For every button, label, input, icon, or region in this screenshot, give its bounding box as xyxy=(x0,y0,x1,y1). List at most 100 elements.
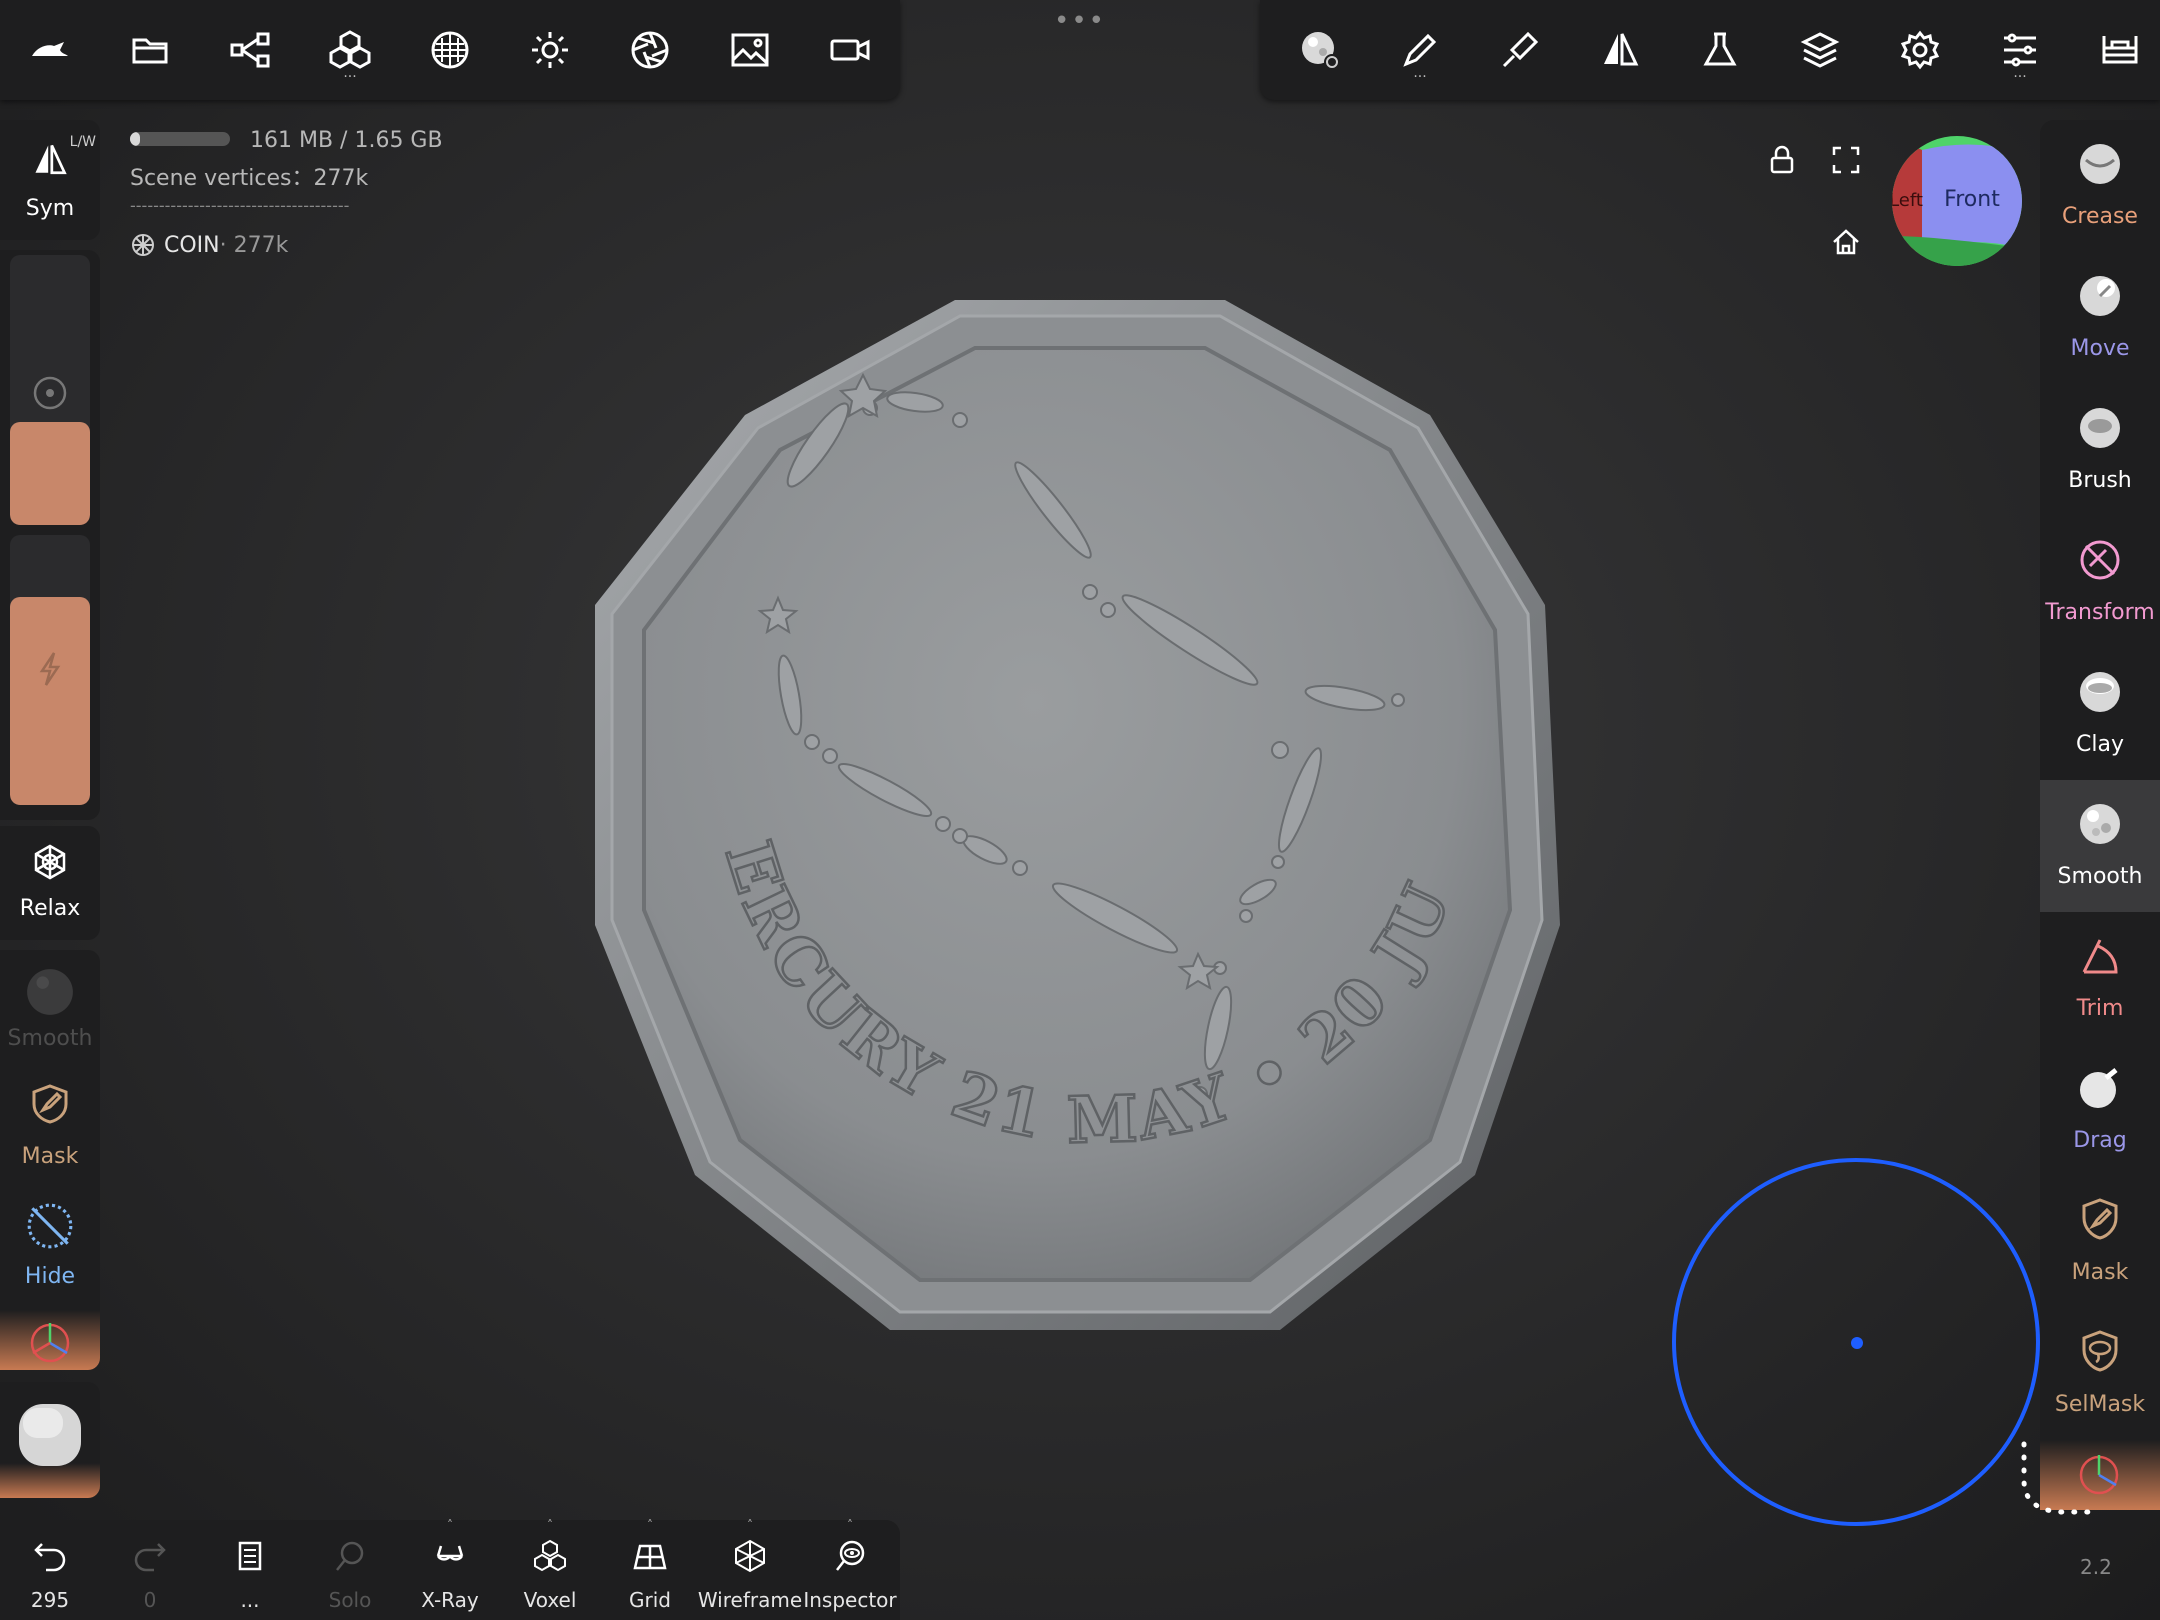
redo-button[interactable]: 0 xyxy=(100,1520,200,1620)
home-view-icon[interactable] xyxy=(1830,226,1862,258)
interface-icon[interactable]: ... xyxy=(1990,20,2050,80)
solo-icon xyxy=(336,1541,364,1571)
quick-smooth-button[interactable]: Smooth xyxy=(0,950,100,1070)
tool-move[interactable]: Move xyxy=(2040,252,2160,384)
expand-caret-icon: ˄ xyxy=(747,1518,753,1532)
xray-button[interactable]: ˄ X-Ray xyxy=(400,1518,500,1620)
selmask-icon xyxy=(2082,1330,2118,1372)
light-icon[interactable] xyxy=(520,20,580,80)
undo-icon xyxy=(34,1543,66,1572)
sym-label: Sym xyxy=(25,196,75,221)
video-icon[interactable] xyxy=(820,20,880,80)
lab-icon[interactable] xyxy=(1690,20,1750,80)
tool-panel: Crease Move Brush Transform Clay Smooth Trim Dr… xyxy=(2040,120,2160,1510)
solo-button[interactable]: Solo xyxy=(300,1520,400,1620)
tool-label: Clay xyxy=(2076,732,2124,757)
version-label: 2.2 xyxy=(2080,1555,2112,1579)
quick-gizmo-button[interactable] xyxy=(0,1310,100,1370)
quick-mask-button[interactable]: Mask xyxy=(0,1070,100,1190)
gizmo-front-label: Front xyxy=(1944,187,2000,212)
object-preview[interactable] xyxy=(0,1382,100,1498)
relax-button[interactable]: Relax xyxy=(0,826,100,940)
material-icon[interactable] xyxy=(420,20,480,80)
memory-bar-fill xyxy=(130,132,140,146)
mask-icon xyxy=(2082,1198,2118,1240)
settings-icon[interactable] xyxy=(1890,20,1950,80)
relax-icon xyxy=(34,844,66,880)
inspector-button[interactable]: ˄ Inspector xyxy=(800,1518,900,1620)
symmetry-icon[interactable] xyxy=(1590,20,1650,80)
xray-icon xyxy=(436,1545,464,1561)
redo-icon xyxy=(134,1543,166,1572)
cube-preview-icon xyxy=(19,1404,81,1466)
tool-smooth[interactable]: Smooth xyxy=(2040,780,2160,912)
history-icon xyxy=(238,1541,262,1571)
radius-slider[interactable] xyxy=(10,255,90,525)
undo-button[interactable]: 295 xyxy=(0,1520,100,1620)
expand-caret-icon: ˄ xyxy=(547,1518,553,1532)
tool-mask[interactable]: Mask xyxy=(2040,1176,2160,1308)
object-mesh-icon xyxy=(130,232,156,258)
tool-clay[interactable]: Clay xyxy=(2040,648,2160,780)
orientation-gizmo[interactable]: Front Left xyxy=(1892,136,2022,266)
transform-gizmo-icon xyxy=(30,1323,70,1363)
history-button[interactable]: ... xyxy=(200,1520,300,1620)
layers-icon[interactable] xyxy=(1790,20,1850,80)
camera-icon[interactable] xyxy=(620,20,680,80)
mask-shield-icon xyxy=(32,1084,68,1124)
files-icon[interactable] xyxy=(120,20,180,80)
tool-label: Smooth xyxy=(2057,864,2143,889)
transform-icon xyxy=(2080,540,2120,580)
smooth-sphere-icon xyxy=(27,969,73,1015)
relax-label: Relax xyxy=(19,896,81,921)
inspector-icon xyxy=(836,1540,865,1571)
lightning-icon xyxy=(39,652,61,686)
lock-icon[interactable] xyxy=(1766,144,1798,176)
object-info[interactable]: COIN · 277k xyxy=(130,232,288,258)
tool-label: Trim xyxy=(2076,996,2124,1021)
tool-crease[interactable]: Crease xyxy=(2040,120,2160,252)
tool-brush[interactable]: Brush xyxy=(2040,384,2160,516)
wireframe-icon xyxy=(735,1539,765,1573)
grid-button[interactable]: ˄ Grid xyxy=(600,1518,700,1620)
tools-icon[interactable]: ... xyxy=(320,20,380,80)
sym-toggle[interactable]: L/W Sym xyxy=(0,120,100,240)
tool-drag[interactable]: Drag xyxy=(2040,1044,2160,1176)
scene-icon[interactable] xyxy=(220,20,280,80)
fullscreen-icon[interactable] xyxy=(1830,144,1862,176)
tool-label: Move xyxy=(2070,336,2130,361)
tool-label: Drag xyxy=(2073,1128,2127,1153)
tool-selmask[interactable]: SelMask xyxy=(2040,1308,2160,1440)
sym-corner-label: L/W xyxy=(69,134,96,150)
wireframe-button[interactable]: ˄ Wireframe xyxy=(698,1518,802,1620)
image-icon[interactable] xyxy=(720,20,780,80)
logo-icon[interactable] xyxy=(20,20,80,80)
radius-icon xyxy=(33,376,67,410)
symmetry-icon xyxy=(35,144,67,175)
topology-icon[interactable] xyxy=(2090,20,2150,80)
bottom-toolbar: 295 0... Solo ˄ X-Ray ˄ Voxel ˄ Grid ˄ Wireframe ˄ I… xyxy=(0,1518,900,1620)
tool-label: Brush xyxy=(2068,468,2132,493)
expand-caret-icon: ˄ xyxy=(847,1518,853,1532)
stroke-icon[interactable]: ... xyxy=(1390,20,1450,80)
intensity-slider[interactable] xyxy=(10,535,90,805)
quick-hide-button[interactable]: Hide xyxy=(0,1190,100,1310)
tool-transform[interactable]: Transform xyxy=(2040,516,2160,648)
expand-caret-icon: ˄ xyxy=(447,1518,453,1532)
smooth-brush-icon[interactable] xyxy=(1290,20,1350,80)
top-toolbar-right: ... ... xyxy=(1260,0,2160,100)
resize-handle-icon[interactable] xyxy=(2016,1440,2106,1520)
expand-caret-icon: ˄ xyxy=(647,1518,653,1532)
voxel-icon xyxy=(534,1539,566,1572)
drag-icon xyxy=(2080,1068,2118,1108)
tool-label: SelMask xyxy=(2054,1392,2146,1417)
paint-icon[interactable] xyxy=(1490,20,1550,80)
panel-handle[interactable]: ••• xyxy=(1050,6,1110,36)
voxel-button[interactable]: ˄ Voxel xyxy=(500,1518,600,1620)
tool-trim[interactable]: Trim xyxy=(2040,912,2160,1044)
coin-model[interactable]: MERCURY 21 MAY • 20 JUNE xyxy=(560,280,1600,1410)
quick-hide-label: Hide xyxy=(24,1264,76,1289)
memory-usage: 161 MB / 1.65 GB xyxy=(250,128,443,153)
brush-center-dot xyxy=(1851,1337,1863,1349)
scene-vertices: Scene vertices：277k xyxy=(130,166,369,191)
